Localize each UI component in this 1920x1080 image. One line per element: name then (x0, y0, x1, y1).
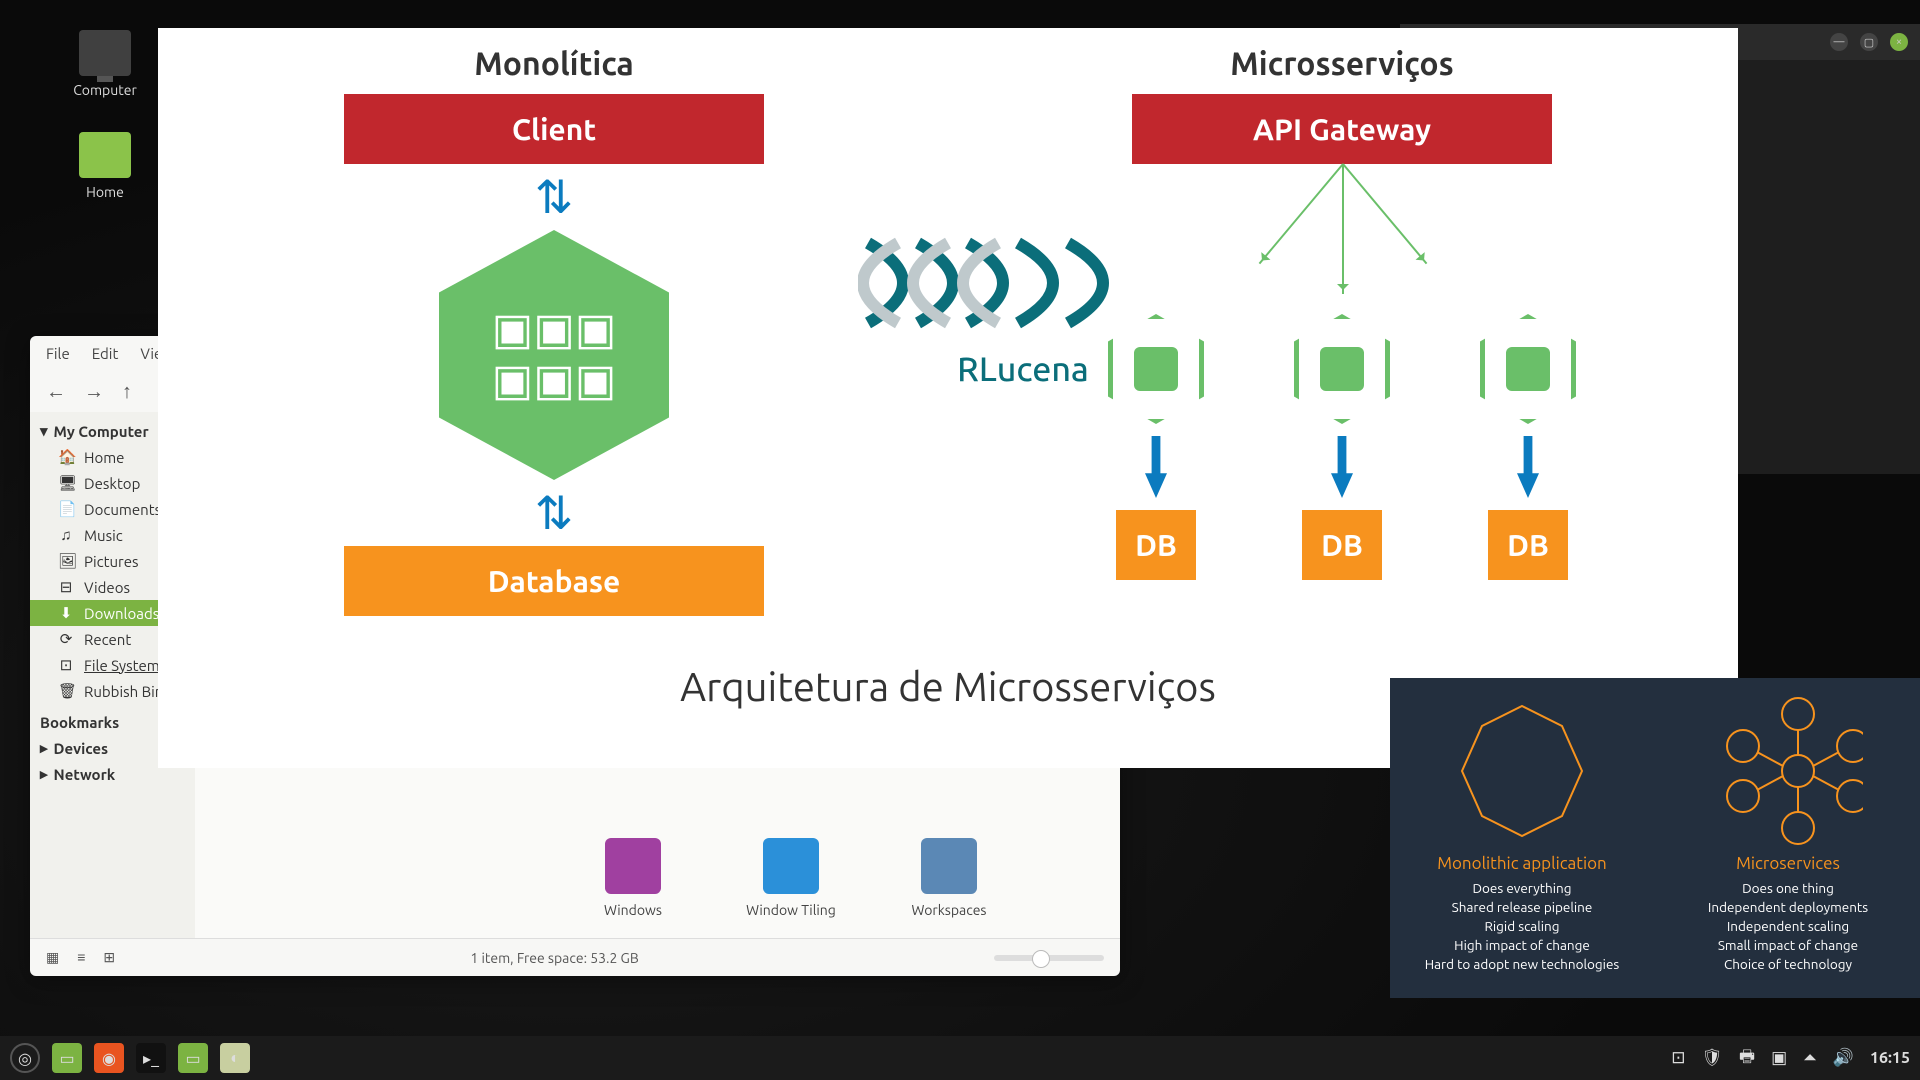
updates-icon[interactable]: ▣ (1771, 1048, 1787, 1068)
home-desktop-icon[interactable]: Home (60, 132, 150, 200)
monolith-title: Monolítica (474, 46, 633, 82)
rlucena-logo: RLucena (858, 223, 1188, 388)
up-button[interactable]: ↑ (122, 379, 132, 404)
statusbar: ▦ ≡ ⊞ 1 item, Free space: 53.2 GB (30, 938, 1120, 976)
icon-label: Home (86, 184, 124, 200)
view-grid-icon[interactable]: ▦ (46, 949, 59, 966)
comparison-card: Monolithic application Does everything S… (1390, 678, 1920, 998)
printer-icon[interactable]: 🖶 (1739, 1044, 1755, 1073)
service-hex-icon (1294, 314, 1390, 424)
video-icon: ⊟ (58, 578, 74, 596)
view-list-icon[interactable]: ≡ (77, 949, 85, 966)
down-arrow-icon (1517, 436, 1539, 498)
cmp-line: Independent deployments (1708, 898, 1868, 917)
file-label: Windows (604, 902, 662, 918)
zoom-slider[interactable] (994, 955, 1104, 961)
microservice-node: DB (1480, 314, 1576, 580)
tray-icon[interactable]: ⊡ (1671, 1048, 1685, 1068)
file-label: Workspaces (911, 902, 986, 918)
shield-icon[interactable]: 🛡 (1701, 1048, 1723, 1068)
file-item[interactable]: Windows (583, 838, 683, 918)
picture-icon: 🖼 (58, 552, 74, 570)
client-box: Client (344, 94, 764, 164)
db-box: DB (1116, 510, 1196, 580)
db-box: DB (1302, 510, 1382, 580)
cmp-line: Rigid scaling (1484, 917, 1559, 936)
architecture-diagram: Monolítica Client ⇅ ▣▣▣▣▣▣ ⇅ Database Mi… (158, 28, 1738, 768)
firefox-button[interactable]: ◉ (94, 1043, 124, 1073)
monolith-card-title: Monolithic application (1437, 854, 1607, 873)
menu-edit[interactable]: Edit (92, 345, 119, 362)
back-button[interactable]: ← (46, 379, 66, 404)
app-button[interactable]: ◐ (220, 1043, 250, 1073)
down-arrow-icon (1145, 436, 1167, 498)
dna-icon (858, 223, 1188, 343)
microservice-node: DB (1294, 314, 1390, 580)
minimize-button[interactable]: — (1830, 33, 1848, 51)
cmp-line: Choice of technology (1724, 955, 1852, 974)
cmp-line: Shared release pipeline (1452, 898, 1593, 917)
close-button[interactable]: × (1890, 33, 1908, 51)
cmp-line: Small impact of change (1718, 936, 1858, 955)
microservices-shape-icon (1713, 696, 1863, 846)
monolith-hex-icon: ▣▣▣▣▣▣ (439, 230, 669, 480)
cmp-line: Does everything (1473, 879, 1572, 898)
network-icon[interactable]: ⏶ (1803, 1048, 1817, 1068)
volume-icon[interactable]: 🔊 (1833, 1048, 1854, 1068)
recent-icon: ⟳ (58, 630, 74, 648)
computer-desktop-icon[interactable]: Computer (60, 30, 150, 98)
cmp-line: Does one thing (1742, 879, 1834, 898)
mint-menu-button[interactable]: ◎ (10, 1043, 40, 1073)
file-label: Window Tiling (746, 902, 836, 918)
file-item[interactable]: Window Tiling (741, 838, 841, 918)
app-icon (605, 838, 661, 894)
service-hex-icon (1480, 314, 1576, 424)
clock[interactable]: 16:15 (1870, 1049, 1910, 1067)
desktop-icon: 🖥 (58, 474, 74, 492)
monolith-shape-icon (1447, 696, 1597, 846)
status-text: 1 item, Free space: 53.2 GB (470, 950, 638, 966)
api-gateway-box: API Gateway (1132, 94, 1552, 164)
terminal-button[interactable]: ▸_ (136, 1043, 166, 1073)
menu-file[interactable]: File (46, 345, 70, 362)
app-icon (763, 838, 819, 894)
show-desktop-button[interactable]: ▭ (52, 1043, 82, 1073)
microservices-card-title: Microservices (1736, 854, 1840, 873)
down-arrow-icon (1331, 436, 1353, 498)
home-icon: 🏠 (58, 448, 74, 466)
folder-icon (79, 132, 131, 178)
files-button[interactable]: ▭ (178, 1043, 208, 1073)
view-compact-icon[interactable]: ⊞ (103, 949, 115, 966)
monitor-icon (79, 30, 131, 76)
download-icon: ⬇ (58, 604, 74, 622)
icon-label: Computer (73, 82, 137, 98)
microservices-summary: Microservices Does one thing Independent… (1670, 696, 1906, 980)
microservices-title: Microsserviços (1230, 46, 1453, 82)
taskbar[interactable]: ◎ ▭ ◉ ▸_ ▭ ◐ ⊡ 🛡 🖶 ▣ ⏶ 🔊 16:15 (0, 1036, 1920, 1080)
music-icon: ♫ (58, 526, 74, 544)
app-icon (921, 838, 977, 894)
monolith-summary: Monolithic application Does everything S… (1404, 696, 1640, 980)
document-icon: 📄 (58, 500, 74, 518)
db-box: DB (1488, 510, 1568, 580)
database-box: Database (344, 546, 764, 616)
trash-icon: 🗑 (58, 682, 74, 700)
cmp-line: Independent scaling (1727, 917, 1849, 936)
monolith-column: Monolítica Client ⇅ ▣▣▣▣▣▣ ⇅ Database (190, 46, 918, 646)
cmp-line: High impact of change (1454, 936, 1590, 955)
maximize-button[interactable]: ▢ (1860, 33, 1878, 51)
gateway-arrows (1132, 164, 1552, 294)
forward-button[interactable]: → (84, 379, 104, 404)
drive-icon: ⊡ (58, 656, 74, 674)
desktop-icons: Computer Home (60, 30, 150, 200)
bidir-arrow-icon: ⇅ (535, 170, 574, 224)
cmp-line: Hard to adopt new technologies (1425, 955, 1620, 974)
bidir-arrow-icon: ⇅ (535, 486, 574, 540)
file-item[interactable]: Workspaces (899, 838, 999, 918)
